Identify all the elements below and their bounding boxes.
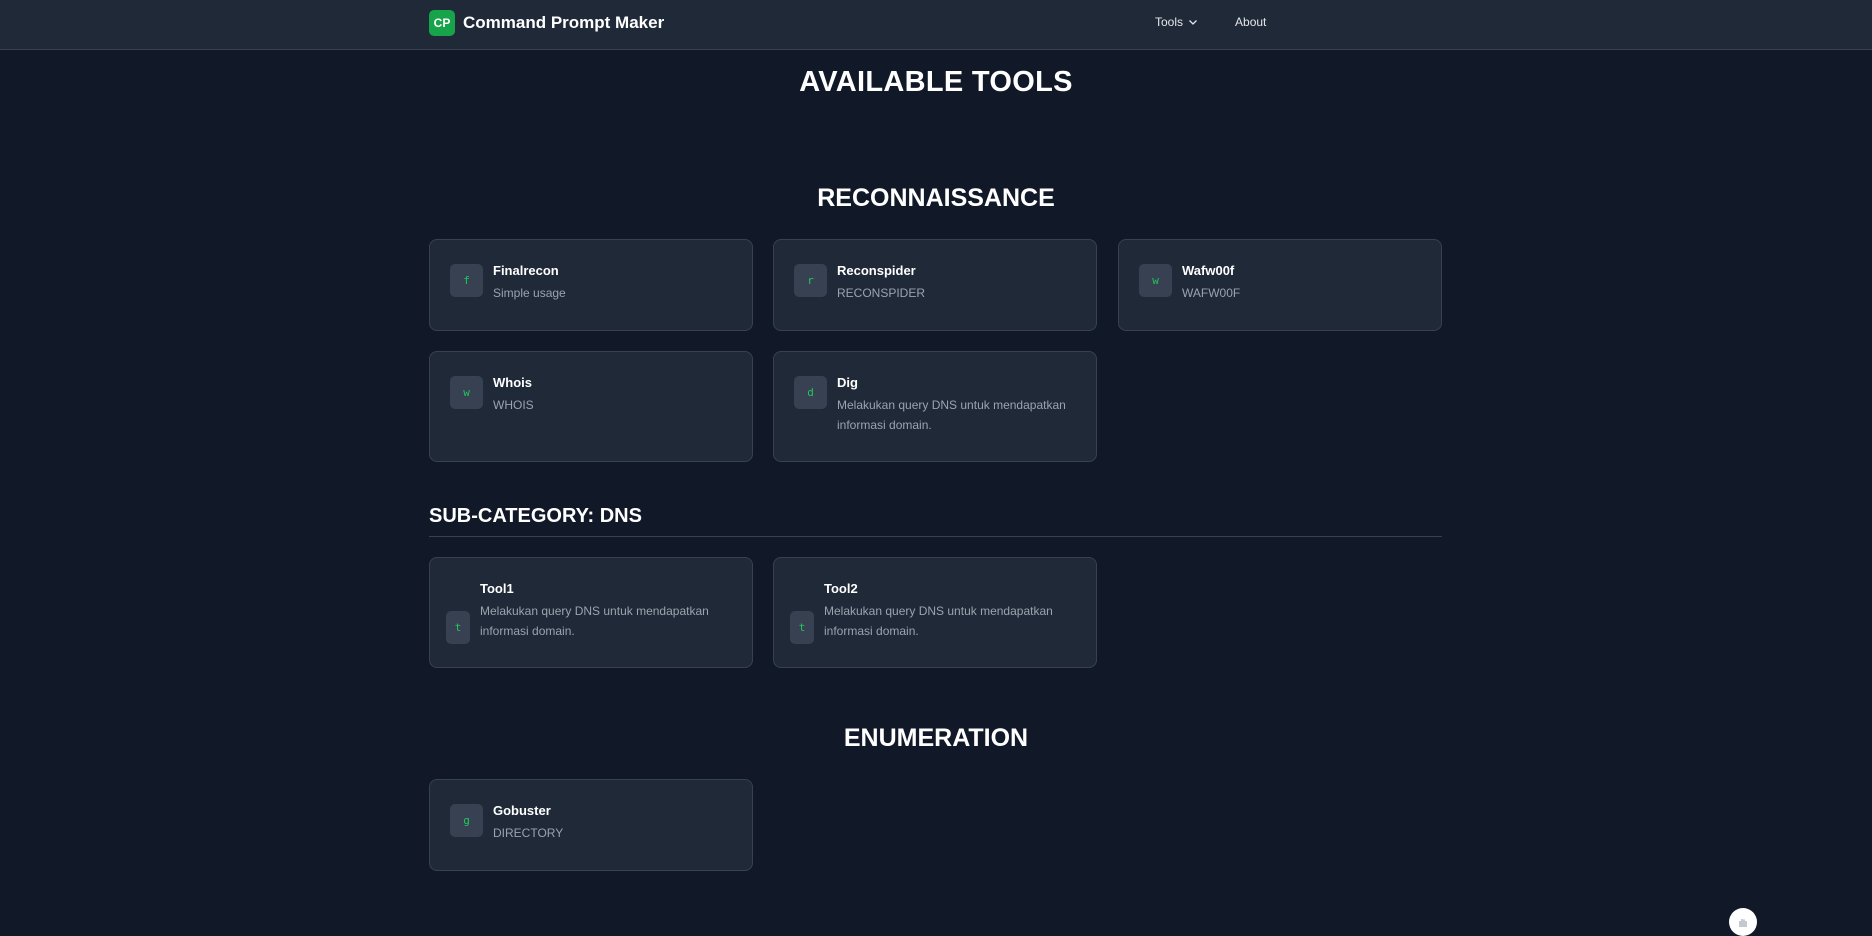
tool-icon: t — [790, 611, 814, 644]
tool-description: Simple usage — [493, 286, 566, 300]
tool-description: Melakukan query DNS untuk mendapatkan in… — [837, 398, 1066, 432]
tool-name: Wafw00f — [1182, 263, 1235, 278]
tool-card-tool2[interactable]: t Tool2 Melakukan query DNS untuk mendap… — [773, 557, 1097, 668]
brand-link[interactable]: CP Command Prompt Maker — [429, 10, 664, 36]
tool-icon: d — [794, 376, 827, 409]
tool-card-tool1[interactable]: t Tool1 Melakukan query DNS untuk mendap… — [429, 557, 753, 668]
tool-card-finalrecon[interactable]: f Finalrecon Simple usage — [429, 239, 753, 331]
tool-icon: w — [1139, 264, 1172, 297]
tool-name: Finalrecon — [493, 263, 559, 278]
tool-icon: f — [450, 264, 483, 297]
category-title-reconnaissance: RECONNAISSANCE — [817, 184, 1055, 212]
nav-tools-dropdown[interactable]: Tools — [1155, 15, 1199, 29]
nav-about-link[interactable]: About — [1235, 15, 1266, 29]
hand-icon — [1739, 919, 1747, 927]
subcategory-title-dns: SUB-CATEGORY: DNS — [429, 505, 1442, 537]
tool-description: WHOIS — [493, 398, 534, 412]
nav-tools-label: Tools — [1155, 15, 1184, 29]
tool-description: WAFW00F — [1182, 286, 1241, 300]
page-title: AVAILABLE TOOLS — [799, 66, 1073, 98]
tool-description: Melakukan query DNS untuk mendapatkan in… — [824, 604, 1053, 638]
tool-icon: t — [446, 611, 470, 644]
floating-action-button[interactable] — [1729, 908, 1757, 936]
tool-icon: g — [450, 804, 483, 837]
chevron-down-icon — [1189, 20, 1197, 25]
tool-card-gobuster[interactable]: g Gobuster DIRECTORY — [429, 779, 753, 871]
tool-name: Reconspider — [837, 263, 916, 278]
navbar: CP Command Prompt Maker Tools About — [0, 0, 1872, 50]
tool-icon: r — [794, 264, 827, 297]
category-title-enumeration: ENUMERATION — [843, 724, 1029, 752]
tool-name: Dig — [837, 375, 858, 390]
tool-name: Tool1 — [480, 581, 514, 596]
tool-card-wafw00f[interactable]: w Wafw00f WAFW00F — [1118, 239, 1442, 331]
tool-description: RECONSPIDER — [837, 286, 926, 300]
tool-icon: w — [450, 376, 483, 409]
tool-description: Melakukan query DNS untuk mendapatkan in… — [480, 604, 709, 638]
tool-name: Gobuster — [493, 803, 551, 818]
tool-name: Tool2 — [824, 581, 858, 596]
nav-links: Tools About — [1155, 15, 1266, 29]
tool-description: DIRECTORY — [493, 826, 564, 840]
tool-name: Whois — [493, 375, 532, 390]
brand-name: Command Prompt Maker — [463, 13, 665, 32]
tool-card-reconspider[interactable]: r Reconspider RECONSPIDER — [773, 239, 1097, 331]
tool-card-dig[interactable]: d Dig Melakukan query DNS untuk mendapat… — [773, 351, 1097, 462]
tool-card-whois[interactable]: w Whois WHOIS — [429, 351, 753, 462]
brand-logo: CP — [429, 10, 455, 36]
